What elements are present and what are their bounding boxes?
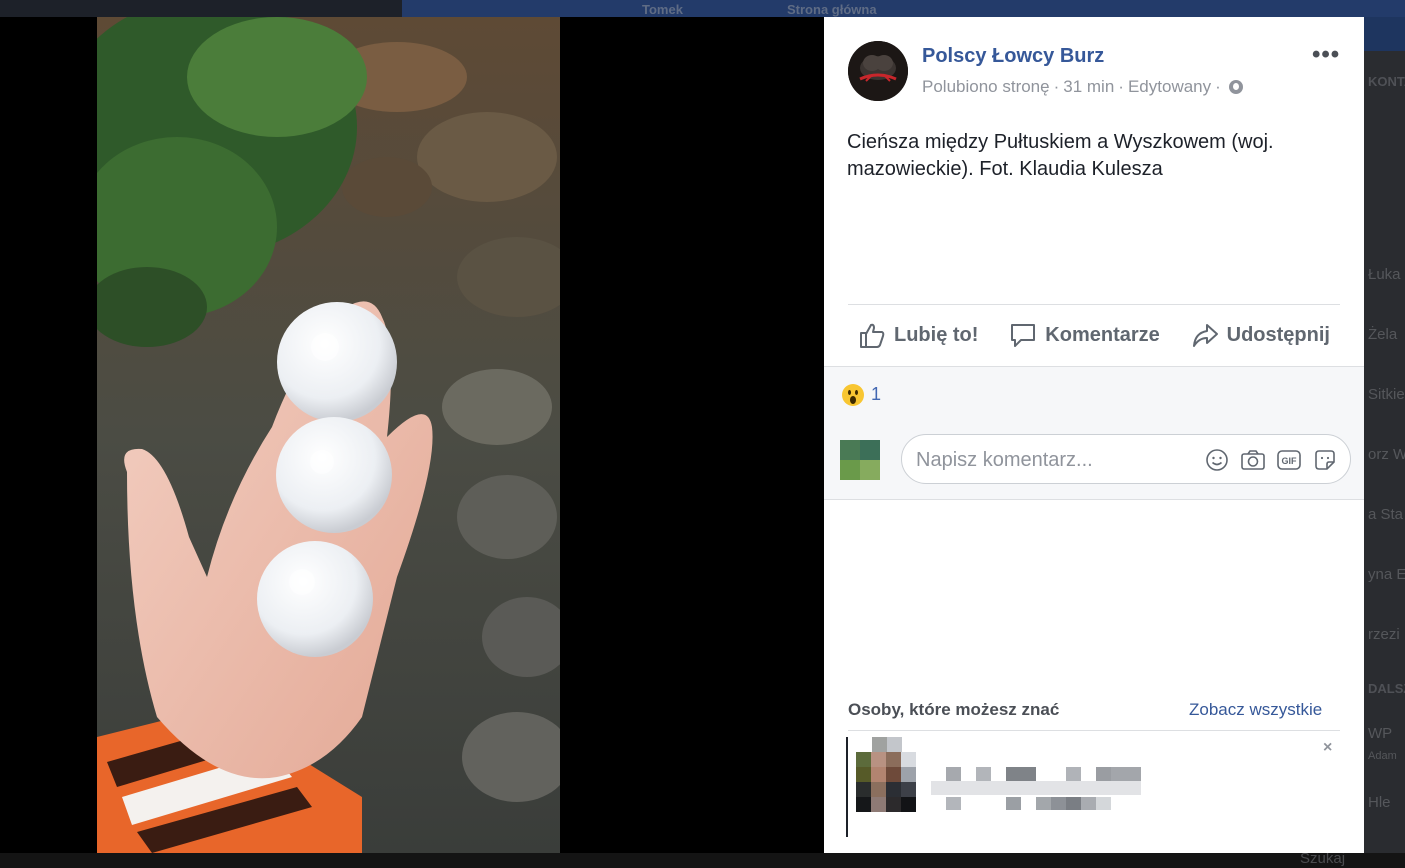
comment-input[interactable]: Napisz komentarz... GIF	[901, 434, 1351, 484]
suggested-person-card[interactable]	[846, 737, 1342, 837]
like-button[interactable]: Lubię to!	[848, 321, 988, 349]
sidebar-heading-contacts: KONTAKTY	[1368, 74, 1405, 89]
globe-icon	[1228, 80, 1243, 94]
comment-composer: Napisz komentarz... GIF	[824, 423, 1364, 500]
comment-label: Komentarze	[1045, 323, 1160, 346]
sidebar-contact: yna E	[1368, 566, 1405, 583]
meta-separator: ·	[1215, 77, 1221, 96]
edited-label[interactable]: Edytowany	[1128, 77, 1211, 97]
background-chat-sidebar: KONTAKTY Łuka Żela Sitkie orz W a Sta yn…	[1364, 17, 1405, 868]
gif-icon[interactable]: GIF	[1276, 447, 1302, 473]
comment-placeholder: Napisz komentarz...	[916, 449, 1093, 471]
post-text: Cieńsza między Pułtuskiem a Wyszkowem (w…	[847, 131, 1274, 180]
close-icon[interactable]: ×	[1323, 739, 1332, 757]
comment-button[interactable]: Komentarze	[999, 321, 1169, 349]
comment-tools: GIF	[1204, 447, 1338, 473]
user-avatar	[840, 440, 880, 480]
see-all-link[interactable]: Zobacz wszystkie	[1189, 700, 1322, 720]
sticker-icon[interactable]	[1312, 447, 1338, 473]
emoji-icon[interactable]	[1204, 447, 1230, 473]
post-timestamp[interactable]: 31 min	[1063, 77, 1114, 97]
divider	[848, 304, 1340, 305]
meta-separator: ·	[1118, 77, 1124, 96]
sidebar-contact: Hle	[1368, 794, 1391, 811]
hailstones-photo-image	[97, 17, 560, 853]
sidebar-contact: Żela	[1368, 326, 1398, 343]
sidebar-contact: a Sta	[1368, 506, 1404, 523]
comment-bubble-icon	[1011, 324, 1036, 347]
sidebar-group-sub: Adam	[1368, 750, 1397, 762]
post-panel: Polscy Łowcy Burz Polubiono stronę · 31 …	[824, 17, 1364, 853]
like-label: Lubię to!	[894, 323, 979, 346]
post-actions: Lubię to! Komentarze Udostępnij	[848, 317, 1340, 353]
sidebar-contact: orz W	[1368, 446, 1405, 463]
sidebar-contact: Łuka	[1368, 266, 1401, 283]
share-button[interactable]: Udostępnij	[1181, 321, 1340, 349]
page-avatar[interactable]	[848, 41, 908, 101]
liked-status[interactable]: Polubiono stronę	[922, 77, 1050, 97]
wow-reaction-icon[interactable]	[842, 384, 864, 406]
reactions-bar: 1	[824, 366, 1364, 424]
reaction-count[interactable]: 1	[871, 384, 881, 405]
background-topbar-blue: Tomek Strona główna	[402, 0, 1405, 17]
share-label: Udostępnij	[1226, 323, 1330, 346]
topbar-user-name: Tomek	[642, 2, 683, 17]
post-photo[interactable]	[97, 17, 560, 853]
camera-icon[interactable]	[1240, 447, 1266, 473]
background-bottom-bar	[0, 853, 1405, 868]
sidebar-group: WP	[1368, 725, 1393, 742]
meta-separator: ·	[1053, 77, 1060, 96]
share-arrow-icon	[1192, 324, 1218, 347]
gif-icon-label: GIF	[1282, 456, 1298, 466]
people-you-may-know-title: Osoby, które możesz znać	[848, 700, 1060, 719]
sidebar-heading-groups: DALSZE GRUPY	[1368, 681, 1405, 696]
sidebar-contact: Sitkie	[1368, 386, 1405, 403]
thumbs-up-icon	[860, 323, 885, 348]
more-options-button[interactable]: •••	[1312, 41, 1340, 69]
sidebar-contact: rzezi	[1368, 626, 1400, 643]
page-name-link[interactable]: Polscy Łowcy Burz	[922, 45, 1104, 68]
divider	[848, 730, 1340, 731]
topbar-home-link: Strona główna	[787, 2, 877, 17]
post-meta: Polubiono stronę · 31 min · Edytowany ·	[922, 77, 1243, 97]
storm-logo-icon	[848, 41, 908, 101]
